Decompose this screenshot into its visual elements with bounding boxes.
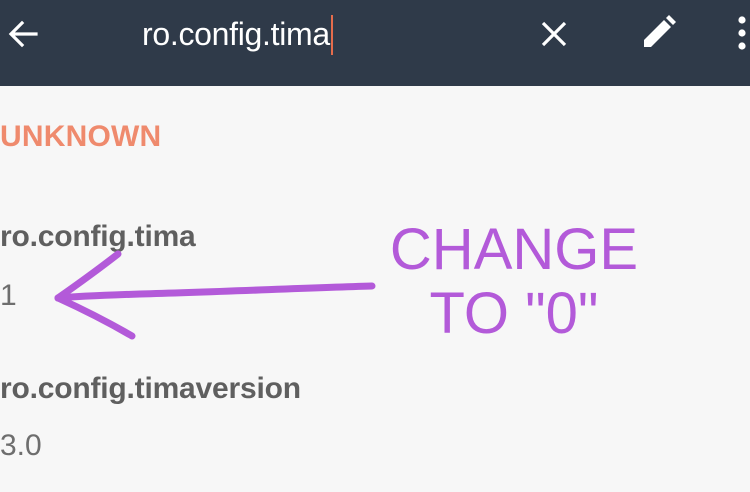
app-toolbar: ro.config.tima [0,0,750,86]
arrow-left-icon[interactable] [4,14,44,54]
property-list: UNKNOWN ro.config.tima 1 ro.config.timav… [0,86,750,492]
property-name[interactable]: ro.config.tima [0,220,196,254]
close-icon[interactable] [534,14,574,54]
property-value[interactable]: 1 [0,279,17,313]
more-vertical-icon[interactable] [726,12,750,54]
section-header: UNKNOWN [0,120,162,153]
pencil-icon[interactable] [637,12,679,54]
annotation-text: CHANGE TO "0" [384,218,644,346]
property-name[interactable]: ro.config.timaversion [0,372,301,406]
search-input[interactable]: ro.config.tima [142,11,333,57]
text-caret [330,14,333,55]
search-input-value: ro.config.tima [142,16,330,52]
annotation-line-2: TO "0" [429,281,599,346]
property-value[interactable]: 3.0 [0,429,42,463]
annotation-line-1: CHANGE [389,217,639,282]
